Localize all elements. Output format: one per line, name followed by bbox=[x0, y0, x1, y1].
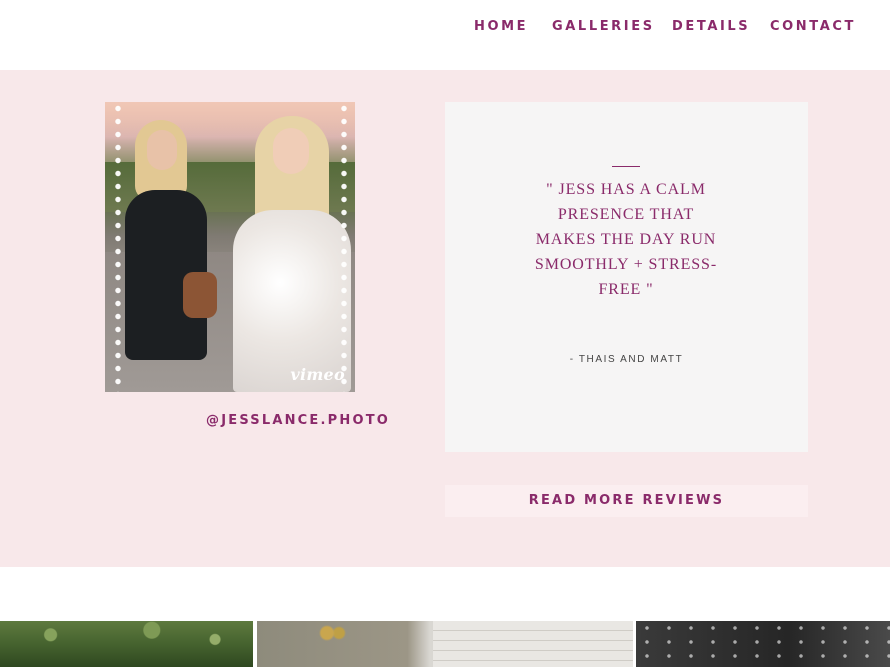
gallery-image-lights[interactable] bbox=[636, 621, 890, 667]
top-navigation: HOME GALLERIES DETAILS CONTACT bbox=[0, 0, 890, 70]
video-player[interactable]: vimeo bbox=[105, 102, 355, 392]
gallery-image-house-siding bbox=[433, 621, 633, 667]
gallery-strip bbox=[0, 621, 890, 667]
video-frame-sparkle-border-left bbox=[111, 102, 125, 392]
gallery-image-trees[interactable] bbox=[0, 621, 253, 667]
quote-divider bbox=[612, 166, 640, 167]
video-frame-handbag bbox=[183, 272, 217, 318]
testimonial-quote: " JESS HAS A CALM PRESENCE THAT MAKES TH… bbox=[534, 181, 718, 298]
gallery-image-string-lights bbox=[636, 621, 890, 667]
video-frame-guest-face bbox=[147, 130, 177, 170]
nav-galleries-link[interactable]: GALLERIES bbox=[552, 19, 655, 34]
gallery-image-house-foliage bbox=[297, 621, 357, 645]
nav-details-link[interactable]: DETAILS bbox=[672, 19, 750, 34]
testimonial-card: " JESS HAS A CALM PRESENCE THAT MAKES TH… bbox=[445, 102, 808, 452]
nav-contact-link[interactable]: CONTACT bbox=[770, 19, 856, 34]
nav-home-link[interactable]: HOME bbox=[474, 19, 528, 34]
read-more-reviews-label: READ MORE REVIEWS bbox=[528, 493, 725, 508]
video-frame-sparkle-border-right bbox=[337, 102, 351, 392]
video-frame-bride-face bbox=[273, 128, 309, 174]
gallery-image-house[interactable] bbox=[257, 621, 633, 667]
read-more-reviews-button[interactable]: READ MORE REVIEWS bbox=[445, 485, 808, 517]
vimeo-logo[interactable]: vimeo bbox=[290, 365, 345, 384]
instagram-handle-link[interactable]: @JESSLANCE.PHOTO bbox=[206, 413, 390, 428]
gallery-image-trees-foliage bbox=[0, 621, 253, 667]
testimonial-author: - THAIS AND MATT bbox=[569, 354, 684, 365]
